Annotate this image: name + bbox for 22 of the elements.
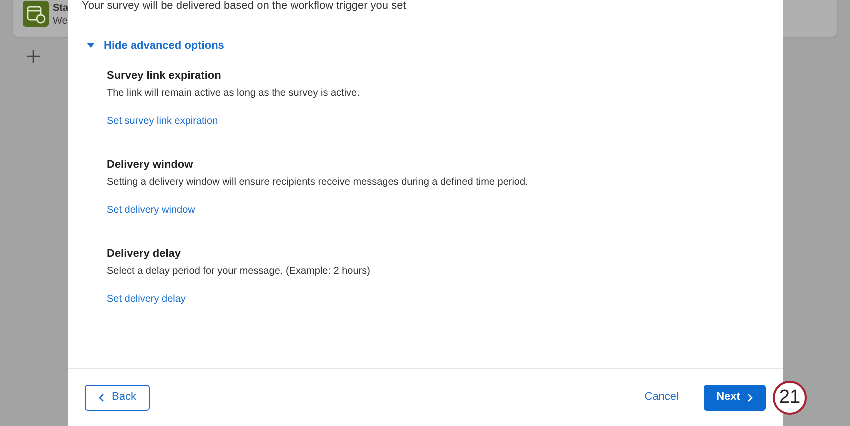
next-button[interactable]: Next bbox=[704, 384, 766, 410]
cancel-button[interactable]: Cancel bbox=[644, 389, 679, 406]
step-badge: 21 bbox=[773, 381, 807, 415]
back-button[interactable]: Back bbox=[85, 384, 150, 410]
section-description: Setting a delivery window will ensure recipients receive messages during a defined time period. bbox=[107, 176, 530, 190]
calendar-clock-icon bbox=[23, 1, 49, 27]
section-description: Select a delay period for your message. (Example: 2 hours) bbox=[107, 264, 372, 278]
advanced-options-toggle[interactable]: Hide advanced options bbox=[82, 38, 224, 54]
card-title: Sta bbox=[53, 2, 69, 15]
set-option-link[interactable]: Set survey link expiration bbox=[107, 114, 218, 128]
caret-icon bbox=[87, 43, 95, 50]
card-subtitle: We bbox=[53, 15, 69, 28]
set-option-link[interactable]: Set delivery delay bbox=[107, 292, 186, 306]
section-title: Survey link expiration bbox=[107, 68, 222, 82]
section-description: The link will remain active as long as the survey is active. bbox=[107, 86, 361, 100]
chevron-left-icon bbox=[99, 394, 104, 402]
section-title: Delivery delay bbox=[107, 246, 182, 260]
section-title: Delivery window bbox=[107, 158, 194, 172]
intro-text: Your survey will be delivered based on the workflow trigger you set bbox=[82, 0, 408, 12]
plus-icon[interactable] bbox=[27, 50, 40, 63]
chevron-right-icon bbox=[748, 394, 754, 402]
set-option-link[interactable]: Set delivery window bbox=[107, 204, 196, 218]
